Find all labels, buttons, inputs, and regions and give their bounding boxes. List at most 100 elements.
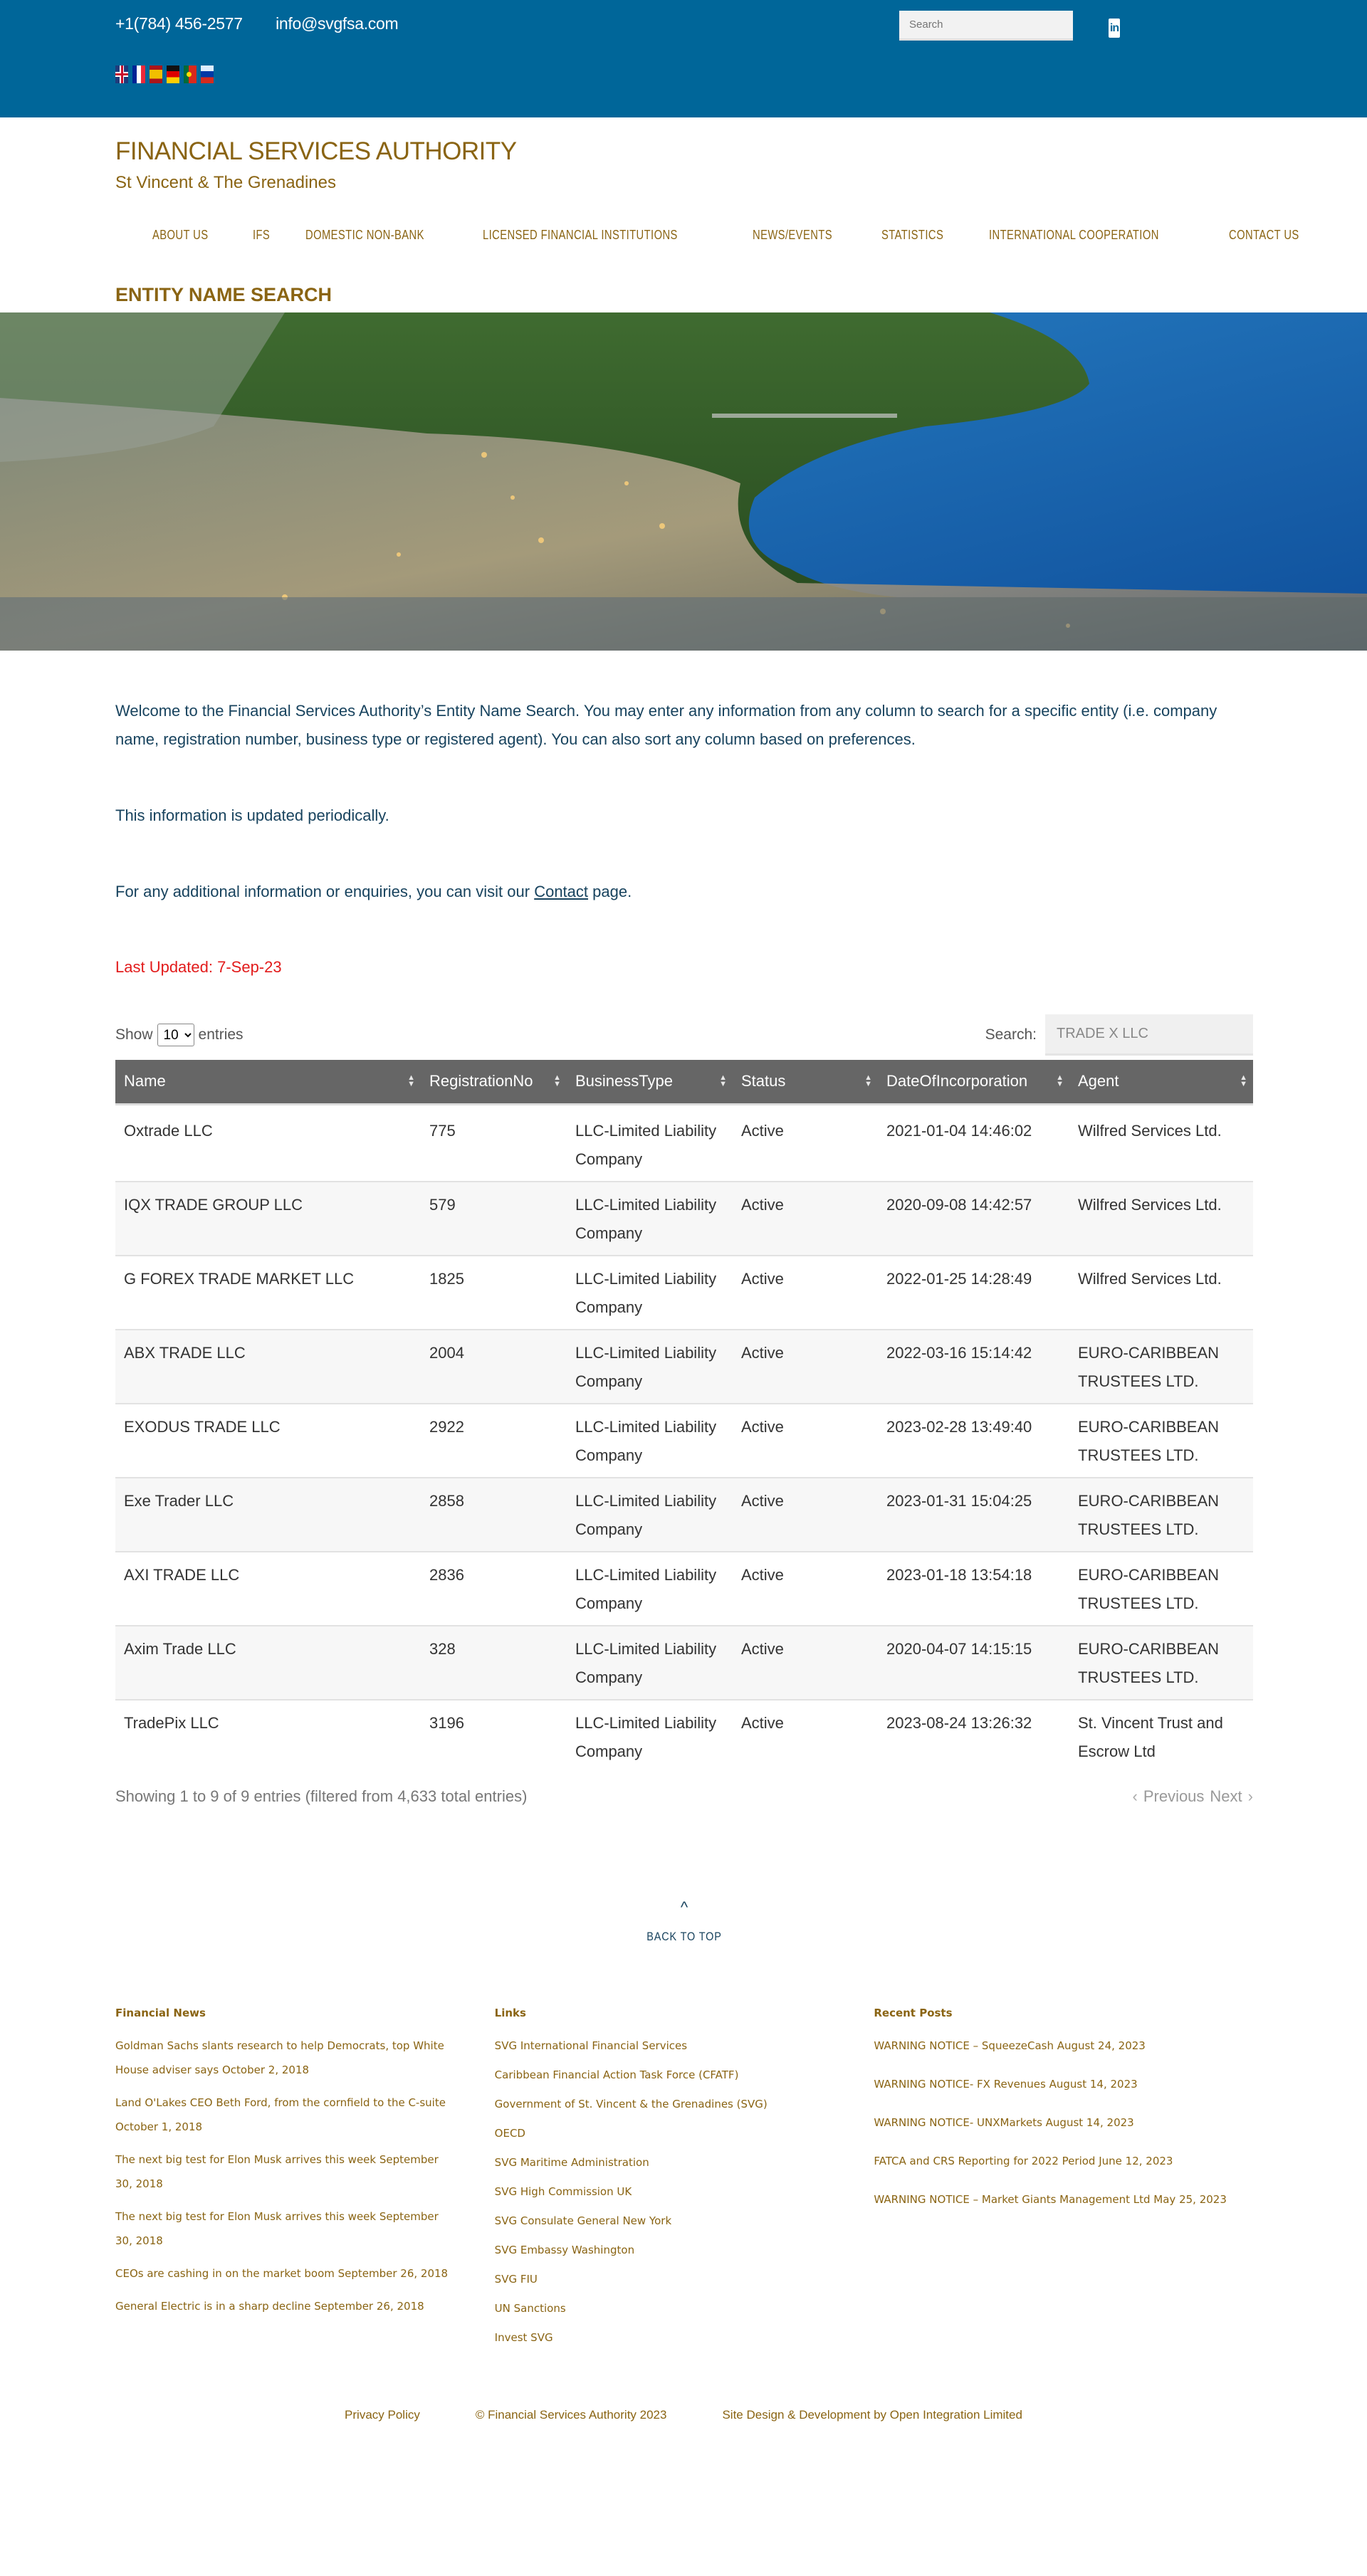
entity-table: Name ▲ ▼ RegistrationNo ▲ ▼ BusinessType ▲ ▼ S… xyxy=(115,1060,1253,1773)
external-link[interactable]: SVG Embassy Washington xyxy=(495,2238,874,2262)
table-header-row: Name ▲ ▼ RegistrationNo ▲ ▼ BusinessType ▲ ▼ S… xyxy=(115,1060,1253,1105)
news-link[interactable]: General Electric is in a sharp decline S… xyxy=(115,2294,450,2318)
cell-agent: EURO-CARIBBEAN TRUSTEES LTD. xyxy=(1069,1550,1253,1626)
email-link[interactable]: info@svgfsa.com xyxy=(276,14,399,33)
external-link[interactable]: SVG Consulate General New York xyxy=(495,2209,874,2233)
table-row[interactable]: Exe Trader LLC 2858 LLC-Limited Liability … xyxy=(115,1476,1253,1552)
linkedin-icon[interactable]: in xyxy=(1109,19,1120,38)
sort-icon: ▲ ▼ xyxy=(719,1073,727,1089)
recent-post-link[interactable]: WARNING NOTICE – SqueezeCash August 24, … xyxy=(874,2034,1230,2058)
nav-about-us[interactable]: ABOUT US xyxy=(152,228,208,243)
table-search-input[interactable] xyxy=(1045,1014,1253,1056)
nav-international-cooperation[interactable]: INTERNATIONAL COOPERATION xyxy=(989,228,1159,243)
cell-date-of-incorporation: 2021-01-04 14:46:02 xyxy=(886,1121,1032,1140)
cell-agent: Wilfred Services Ltd. xyxy=(1069,1254,1253,1330)
cell-business-type: LLC-Limited Liability Company xyxy=(567,1254,733,1330)
chevron-right-icon: › xyxy=(1247,1787,1253,1805)
site-title[interactable]: FINANCIAL SERVICES AUTHORITY xyxy=(115,137,1253,166)
table-row[interactable]: G FOREX TRADE MARKET LLC 1825 LLC-Limited … xyxy=(115,1254,1253,1330)
widget-title: Recent Posts xyxy=(874,2006,953,2019)
intro-paragraph: Welcome to the Financial Services Author… xyxy=(115,702,1217,748)
cell-business-type: LLC-Limited Liability Company xyxy=(575,1121,717,1168)
column-header-status[interactable]: Status ▲ ▼ xyxy=(733,1060,878,1105)
caret-up-icon: ^ xyxy=(680,1898,688,1916)
privacy-policy-link[interactable]: Privacy Policy xyxy=(345,2408,420,2422)
back-to-top-button[interactable]: ^ BACK TO TOP xyxy=(115,1898,1253,1944)
sort-icon: ▲ ▼ xyxy=(1240,1073,1247,1089)
nav-menu: ABOUT US IFS DOMESTIC NON-BANK LICENSED … xyxy=(152,228,1346,243)
column-header-agent[interactable]: Agent ▲ ▼ xyxy=(1069,1060,1253,1105)
recent-post-link[interactable]: WARNING NOTICE- FX Revenues August 14, 2… xyxy=(874,2072,1230,2096)
nav-domestic-non-bank[interactable]: DOMESTIC NON-BANK xyxy=(305,228,424,243)
flag-france-icon[interactable] xyxy=(132,65,145,83)
news-link[interactable]: CEOs are cashing in on the market boom S… xyxy=(115,2261,450,2286)
nav-news-events[interactable]: NEWS/EVENTS xyxy=(753,228,832,243)
show-label: Show xyxy=(115,1026,153,1043)
page-length-select[interactable]: 10 xyxy=(157,1024,194,1046)
cell-business-type: LLC-Limited Liability Company xyxy=(567,1180,733,1256)
intro-section: Welcome to the Financial Services Author… xyxy=(115,697,1253,2465)
column-header-registration-no[interactable]: RegistrationNo ▲ ▼ xyxy=(421,1060,567,1105)
external-link[interactable]: Caribbean Financial Action Task Force (C… xyxy=(495,2063,874,2087)
external-link[interactable]: OECD xyxy=(495,2121,874,2145)
cell-status: Active xyxy=(741,1121,784,1140)
cell-name: G FOREX TRADE MARKET LLC xyxy=(115,1254,421,1330)
cell-business-type: LLC-Limited Liability Company xyxy=(567,1550,733,1626)
column-label: Name xyxy=(124,1072,166,1090)
site-credit-link[interactable]: Site Design & Development by Open Integr… xyxy=(722,2408,1022,2422)
back-to-top-label: BACK TO TOP xyxy=(646,1929,722,1943)
table-row[interactable]: Axim Trade LLC 328 LLC-Limited Liability C… xyxy=(115,1624,1253,1700)
column-header-date-of-incorporation[interactable]: DateOfIncorporation ▲ ▼ xyxy=(878,1060,1069,1105)
cell-name: Exe Trader LLC xyxy=(115,1476,421,1552)
recent-post-link[interactable]: WARNING NOTICE- UNXMarkets August 14, 20… xyxy=(874,2110,1230,2135)
flag-uk-icon[interactable] xyxy=(115,65,128,83)
external-link[interactable]: SVG International Financial Services xyxy=(495,2034,874,2058)
phone-number[interactable]: +1(784) 456-2577 xyxy=(115,14,243,33)
widget-title: Links xyxy=(494,2006,526,2019)
table-row[interactable]: TradePix LLC 3196 LLC-Limited Liability Co… xyxy=(115,1698,1253,1773)
news-link[interactable]: Land O'Lakes CEO Beth Ford, from the cor… xyxy=(115,2091,450,2139)
column-header-business-type[interactable]: BusinessType ▲ ▼ xyxy=(567,1060,733,1105)
site-subtitle: St Vincent & The Grenadines xyxy=(115,173,336,192)
nav-ifs[interactable]: IFS xyxy=(253,228,270,243)
table-row[interactable]: Oxtrade LLC 775 LLC-Limited Liability Comp… xyxy=(115,1104,1253,1182)
flag-portugal-icon[interactable] xyxy=(184,65,197,83)
cell-agent: EURO-CARIBBEAN TRUSTEES LTD. xyxy=(1069,1402,1253,1478)
column-header-name[interactable]: Name ▲ ▼ xyxy=(115,1060,421,1105)
next-button[interactable]: Next xyxy=(1210,1787,1242,1806)
nav-licensed-financial-institutions[interactable]: LICENSED FINANCIAL INSTITUTIONS xyxy=(483,228,678,243)
site-search-input[interactable] xyxy=(899,11,1073,41)
cell-name: ABX TRADE LLC xyxy=(115,1328,421,1404)
page-length-control: Show 10 entries xyxy=(115,1024,243,1046)
news-link[interactable]: The next big test for Elon Musk arrives … xyxy=(115,2204,450,2253)
external-link[interactable]: SVG FIU xyxy=(495,2267,874,2291)
table-row[interactable]: IQX TRADE GROUP LLC 579 LLC-Limited Liabil… xyxy=(115,1180,1253,1256)
nav-contact-us[interactable]: CONTACT US xyxy=(1229,228,1299,243)
table-row[interactable]: AXI TRADE LLC 2836 LLC-Limited Liability C… xyxy=(115,1550,1253,1626)
previous-button[interactable]: Previous xyxy=(1143,1787,1205,1806)
column-label: BusinessType xyxy=(575,1072,673,1090)
news-link[interactable]: The next big test for Elon Musk arrives … xyxy=(115,2147,450,2196)
cell-business-type: LLC-Limited Liability Company xyxy=(567,1402,733,1478)
flag-germany-icon[interactable] xyxy=(167,65,179,83)
external-link[interactable]: SVG Maritime Administration xyxy=(495,2150,874,2175)
cell-status: Active xyxy=(733,1624,878,1700)
external-link[interactable]: Invest SVG xyxy=(495,2325,874,2350)
recent-post-link[interactable]: FATCA and CRS Reporting for 2022 Period … xyxy=(874,2149,1230,2173)
cell-registration-no: 328 xyxy=(421,1624,567,1700)
flag-spain-icon[interactable] xyxy=(150,65,162,83)
top-bar: +1(784) 456-2577 info@svgfsa.com in xyxy=(0,0,1367,117)
nav-statistics[interactable]: STATISTICS xyxy=(881,228,943,243)
table-row[interactable]: ABX TRADE LLC 2004 LLC-Limited Liability C… xyxy=(115,1328,1253,1404)
external-link[interactable]: SVG High Commission UK xyxy=(495,2180,874,2204)
contact-link[interactable]: Contact xyxy=(534,883,588,900)
search-label: Search: xyxy=(985,1026,1037,1043)
sort-icon: ▲ ▼ xyxy=(1056,1073,1064,1089)
news-link[interactable]: Goldman Sachs slants research to help De… xyxy=(115,2034,450,2082)
flag-russia-icon[interactable] xyxy=(201,65,214,83)
external-link[interactable]: Government of St. Vincent & the Grenadin… xyxy=(495,2092,874,2116)
cell-name: IQX TRADE GROUP LLC xyxy=(115,1180,421,1256)
table-row[interactable]: EXODUS TRADE LLC 2922 LLC-Limited Liabilit… xyxy=(115,1402,1253,1478)
recent-post-link[interactable]: WARNING NOTICE – Market Giants Managemen… xyxy=(874,2187,1230,2212)
external-link[interactable]: UN Sanctions xyxy=(495,2296,874,2320)
